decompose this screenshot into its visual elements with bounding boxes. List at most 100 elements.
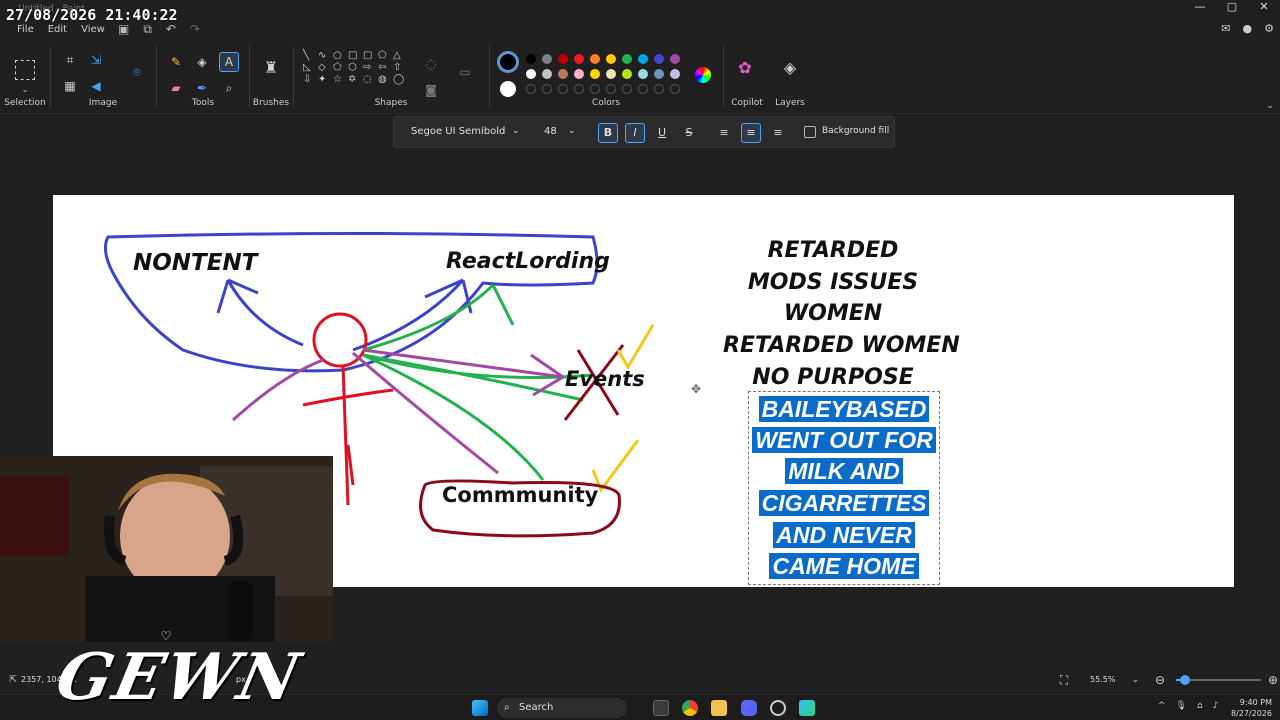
strikethrough-button[interactable]: S — [679, 123, 699, 143]
color-swatch[interactable] — [558, 54, 568, 64]
custom-color-slot[interactable] — [622, 84, 632, 94]
fit-to-window-icon[interactable]: ⛶ — [1056, 672, 1072, 688]
share-icon[interactable]: ⧉ — [143, 22, 152, 37]
color-swatch[interactable] — [590, 54, 600, 64]
hexagon-shape-icon[interactable]: ⬡ — [348, 62, 363, 73]
redo-icon[interactable]: ↷ — [190, 22, 200, 37]
color-swatch[interactable] — [654, 69, 664, 79]
custom-color-slot[interactable] — [526, 84, 536, 94]
menu-file[interactable]: File — [10, 24, 41, 35]
zoom-in-icon[interactable]: ⊕ — [1265, 672, 1280, 688]
left-arrow-shape-icon[interactable]: ⇦ — [378, 62, 393, 73]
discord-icon[interactable] — [741, 700, 757, 716]
color-swatch[interactable] — [638, 69, 648, 79]
text-tool-icon[interactable]: A — [219, 52, 239, 72]
start-icon[interactable] — [472, 700, 488, 716]
brush-icon[interactable]: ♜ — [263, 60, 279, 76]
polygon-shape-icon[interactable]: ⬠ — [378, 50, 393, 61]
oval-callout-shape-icon[interactable]: ◍ — [378, 74, 393, 85]
selection-rect-icon[interactable] — [15, 60, 35, 80]
select-all-icon[interactable]: ▦ — [62, 78, 78, 94]
color-swatch[interactable] — [526, 54, 536, 64]
align-center-icon[interactable]: ≡ — [741, 123, 761, 143]
line-shape-icon[interactable]: ╲ — [303, 50, 318, 61]
rotate-icon[interactable]: ◀ — [88, 78, 104, 94]
color-swatch[interactable] — [638, 54, 648, 64]
color-swatch[interactable] — [622, 69, 632, 79]
magnifier-icon[interactable]: ⌕ — [221, 80, 237, 96]
custom-color-slot[interactable] — [654, 84, 664, 94]
color-swatch[interactable] — [542, 69, 552, 79]
italic-button[interactable]: I — [625, 123, 645, 143]
align-right-icon[interactable]: ≡ — [768, 123, 788, 143]
custom-color-slot[interactable] — [670, 84, 680, 94]
zoom-slider-thumb[interactable] — [1180, 675, 1191, 685]
shape-style-icon[interactable]: ▭ — [457, 64, 473, 80]
five-star-shape-icon[interactable]: ☆ — [333, 74, 348, 85]
cloud-callout-shape-icon[interactable]: ◯ — [393, 74, 408, 85]
eraser-icon[interactable]: ▰ — [168, 80, 184, 96]
zoom-out-icon[interactable]: ⊖ — [1152, 672, 1168, 688]
pencil-icon[interactable]: ✎ — [168, 54, 184, 70]
save-icon[interactable]: ▣ — [118, 22, 129, 37]
rect-shape-icon[interactable]: □ — [348, 50, 363, 61]
color-palette[interactable] — [526, 54, 686, 94]
color-swatch[interactable] — [606, 54, 616, 64]
chevron-down-icon[interactable]: ⌄ — [512, 126, 520, 136]
color-swatch[interactable] — [622, 54, 632, 64]
maximize-icon[interactable]: ▢ — [1216, 0, 1248, 14]
custom-color-slot[interactable] — [542, 84, 552, 94]
custom-color-slot[interactable] — [606, 84, 616, 94]
rounded-rect-shape-icon[interactable]: ▢ — [363, 50, 378, 61]
color-swatch[interactable] — [574, 54, 584, 64]
chrome-icon[interactable] — [682, 700, 698, 716]
fill-icon[interactable]: ◙ — [423, 82, 439, 98]
custom-color-slot[interactable] — [574, 84, 584, 94]
obs-icon[interactable] — [770, 700, 786, 716]
color-swatch[interactable] — [574, 69, 584, 79]
chevron-down-icon[interactable]: ⌄ — [568, 126, 576, 136]
right-triangle-shape-icon[interactable]: ◺ — [303, 62, 318, 73]
primary-color-swatch[interactable] — [497, 51, 519, 73]
color-swatch[interactable] — [526, 69, 536, 79]
taskbar-search[interactable]: ⌕ Search — [497, 698, 627, 718]
feedback-icon[interactable]: ✉ — [1221, 22, 1230, 35]
down-arrow-shape-icon[interactable]: ⇩ — [303, 74, 318, 85]
volume-icon[interactable]: ♪ — [1213, 701, 1219, 711]
background-fill-checkbox[interactable] — [804, 126, 816, 138]
settings-gear-icon[interactable]: ⚙ — [1264, 22, 1274, 35]
resize-icon[interactable]: ⇲ — [88, 52, 104, 68]
callout-shape-icon[interactable]: ◌ — [363, 74, 378, 85]
menu-view[interactable]: View — [74, 24, 112, 35]
up-arrow-shape-icon[interactable]: ⇧ — [393, 62, 408, 73]
outline-icon[interactable]: ◌ — [423, 56, 439, 72]
font-family-select[interactable]: Segoe UI Semibold — [411, 126, 505, 137]
layers-icon[interactable]: ◈ — [782, 60, 798, 76]
six-star-shape-icon[interactable]: ✡ — [348, 74, 363, 85]
triangle-shape-icon[interactable]: △ — [393, 50, 408, 61]
taskbar-clock[interactable]: 9:40 PM 8/27/2026 — [1231, 697, 1272, 719]
align-left-icon[interactable]: ≡ — [714, 123, 734, 143]
right-arrow-shape-icon[interactable]: ⇨ — [363, 62, 378, 73]
paint-app-icon[interactable] — [799, 700, 815, 716]
bold-button[interactable]: B — [598, 123, 618, 143]
edit-colors-icon[interactable] — [695, 67, 711, 83]
four-star-shape-icon[interactable]: ✦ — [318, 74, 333, 85]
shapes-gallery[interactable]: ╲ ∿ ○ □ ▢ ⬠ △ ◺ ◇ ⬠ ⬡ ⇨ ⇦ ⇧ ⇩ ✦ ☆ ✡ ◌ ◍ ◯ — [303, 50, 423, 85]
menu-edit[interactable]: Edit — [41, 24, 74, 35]
copilot-icon[interactable]: ✿ — [737, 60, 753, 76]
image-generator-icon[interactable]: ⌾ — [129, 64, 145, 80]
diamond-shape-icon[interactable]: ◇ — [318, 62, 333, 73]
pentagon-shape-icon[interactable]: ⬠ — [333, 62, 348, 73]
text-selection-box[interactable]: BAILEYBASED WENT OUT FOR MILK AND CIGARR… — [748, 391, 940, 585]
minimize-icon[interactable]: — — [1184, 0, 1216, 14]
zoom-select[interactable]: 55.5% ⌄ — [1082, 671, 1142, 689]
chevron-down-icon[interactable]: ⌄ — [17, 82, 33, 98]
fill-bucket-icon[interactable]: ◈ — [194, 54, 210, 70]
color-swatch[interactable] — [670, 54, 680, 64]
account-icon[interactable]: ● — [1243, 22, 1253, 35]
task-view-icon[interactable] — [653, 700, 669, 716]
undo-icon[interactable]: ↶ — [166, 22, 176, 37]
color-picker-icon[interactable]: ✒ — [194, 80, 210, 96]
custom-color-slot[interactable] — [558, 84, 568, 94]
